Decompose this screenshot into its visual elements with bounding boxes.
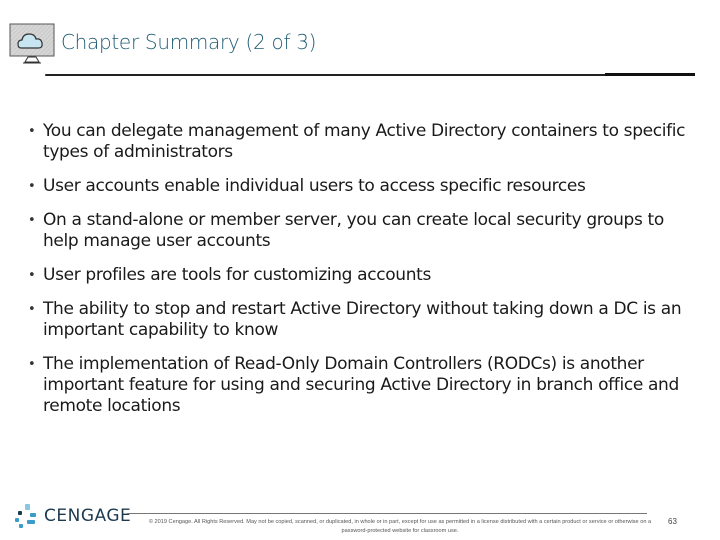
- footer-divider: [127, 513, 647, 514]
- bullet-list: You can delegate management of many Acti…: [28, 121, 698, 430]
- copyright-notice: © 2019 Cengage. All Rights Reserved. May…: [148, 519, 652, 534]
- bullet-item: The ability to stop and restart Active D…: [28, 299, 698, 341]
- slide-title: Chapter Summary (2 of 3): [61, 30, 317, 54]
- cengage-logo-text: CENGAGE: [44, 506, 132, 526]
- bullet-item: User profiles are tools for customizing …: [28, 265, 698, 286]
- cengage-logo: CENGAGE: [14, 503, 131, 529]
- title-divider: [45, 73, 695, 76]
- bullet-item: You can delegate management of many Acti…: [28, 121, 698, 163]
- cengage-logo-icon: [14, 503, 40, 529]
- cloud-monitor-icon: [8, 22, 56, 68]
- bullet-item: The implementation of Read-Only Domain C…: [28, 354, 698, 417]
- bullet-item: User accounts enable individual users to…: [28, 176, 698, 197]
- page-number: 63: [668, 517, 677, 526]
- bullet-item: On a stand-alone or member server, you c…: [28, 210, 698, 252]
